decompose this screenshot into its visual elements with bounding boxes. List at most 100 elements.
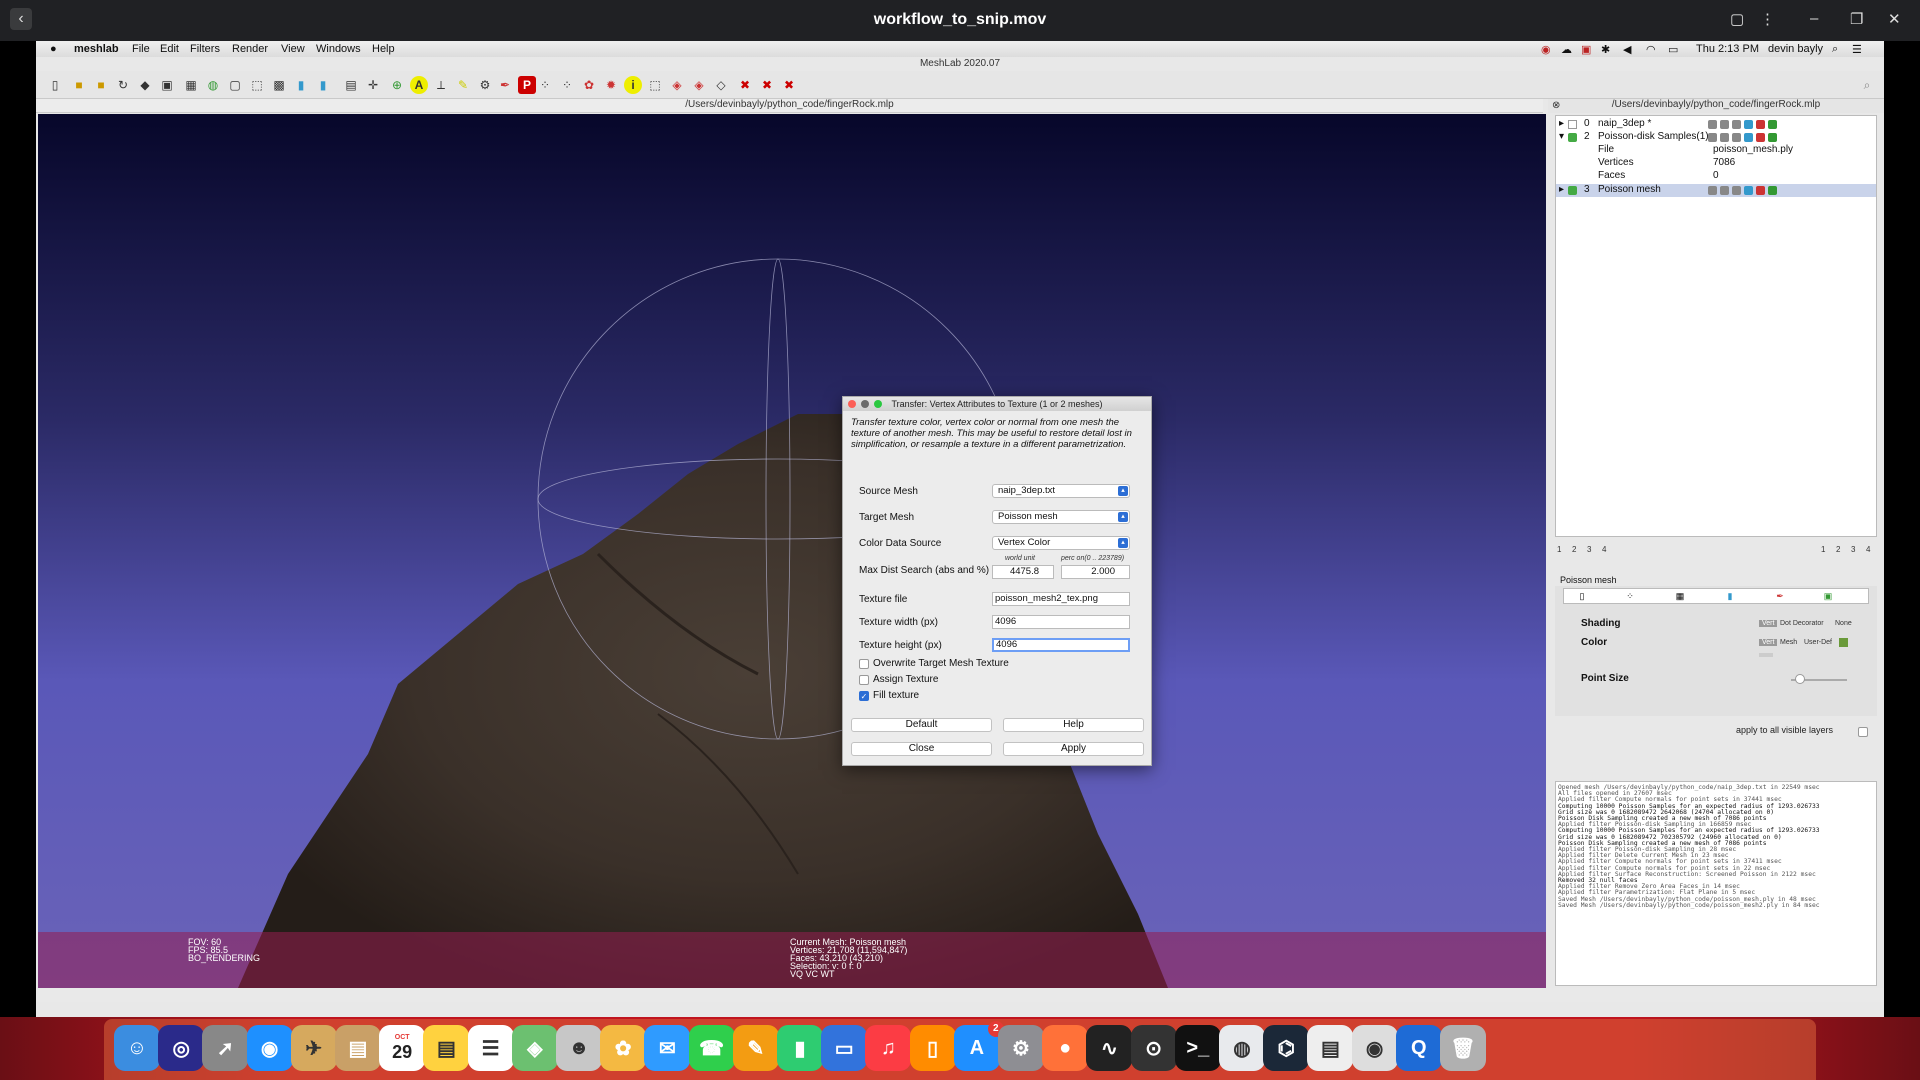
- color-source-select[interactable]: Vertex Color ▴: [992, 536, 1130, 550]
- visibility-icon[interactable]: [1568, 120, 1577, 129]
- import-mesh-icon[interactable]: ■: [92, 76, 110, 94]
- flat-lines-icon[interactable]: ▩: [270, 76, 288, 94]
- select-rect-icon[interactable]: ⬚: [646, 76, 664, 94]
- status-icon[interactable]: ▣: [1581, 43, 1591, 56]
- texture-tab-icon[interactable]: ✒: [1774, 591, 1786, 601]
- dialog-zoom-dot[interactable]: [874, 400, 882, 408]
- bluetooth-icon[interactable]: ✱: [1601, 43, 1610, 56]
- pager-left-3[interactable]: 3: [1587, 545, 1591, 554]
- menu-file[interactable]: File: [132, 43, 150, 55]
- menu-edit[interactable]: Edit: [160, 43, 179, 55]
- restore-icon[interactable]: ❐: [1850, 10, 1863, 28]
- reminders-icon[interactable]: ☰: [467, 1025, 514, 1071]
- layer-row[interactable]: ▾ 2 Poisson-disk Samples(1): [1556, 131, 1876, 144]
- delete-faces-icon[interactable]: ✖: [758, 76, 776, 94]
- layer-tool-icon[interactable]: [1768, 120, 1777, 129]
- clear-selection-icon[interactable]: ◇: [712, 76, 730, 94]
- fill-texture-checkbox[interactable]: ✓: [859, 691, 869, 701]
- expand-icon[interactable]: ▸: [1559, 184, 1564, 195]
- pager-right-3[interactable]: 3: [1851, 545, 1855, 554]
- menu-view[interactable]: View: [281, 43, 305, 55]
- layer-tool-icon[interactable]: [1708, 133, 1717, 142]
- decorator-tab-icon[interactable]: ▣: [1822, 591, 1834, 601]
- record-icon[interactable]: ◉: [1541, 43, 1551, 56]
- 3d-viewport[interactable]: FOV: 60 FPS: 85.5 BO_RENDERING Current M…: [38, 114, 1546, 988]
- help-button[interactable]: Help: [1003, 718, 1144, 732]
- measure-icon[interactable]: ⟂: [432, 76, 450, 94]
- layer-tool-icon[interactable]: [1756, 133, 1765, 142]
- select-connected-icon[interactable]: ◈: [668, 76, 686, 94]
- bbox-icon[interactable]: ▦: [182, 76, 200, 94]
- meshlab-icon[interactable]: ☻: [556, 1025, 602, 1071]
- color-vert[interactable]: Vert: [1759, 639, 1778, 646]
- layer-tool-icon[interactable]: [1732, 120, 1741, 129]
- point-size-handle[interactable]: [1795, 674, 1805, 684]
- firefox-icon[interactable]: ●: [1042, 1025, 1089, 1071]
- pager-left-1[interactable]: 1: [1557, 545, 1561, 554]
- overwrite-texture-checkbox[interactable]: [859, 659, 869, 669]
- layer-tool-icon[interactable]: [1732, 186, 1741, 195]
- apply-all-checkbox[interactable]: [1858, 727, 1868, 737]
- new-project-icon[interactable]: ▯: [46, 76, 64, 94]
- dialog-minimize-dot[interactable]: [861, 400, 869, 408]
- layer-tool-icon[interactable]: [1744, 186, 1753, 195]
- texture-width-input[interactable]: 4096: [992, 615, 1130, 629]
- menubar-user[interactable]: devin bayly: [1768, 43, 1823, 55]
- finder-icon[interactable]: ☺: [114, 1025, 160, 1071]
- axis-icon[interactable]: ✛: [364, 76, 382, 94]
- points-tab-icon[interactable]: ⁘: [1624, 591, 1636, 601]
- shading-none[interactable]: None: [1835, 620, 1852, 627]
- expand-icon[interactable]: ▸: [1559, 118, 1564, 129]
- calendar-icon[interactable]: OCT 29: [379, 1025, 426, 1071]
- pager-right-4[interactable]: 4: [1866, 545, 1870, 554]
- texture-height-input[interactable]: 4096: [992, 638, 1130, 652]
- solid-tab-icon[interactable]: ▮: [1724, 591, 1736, 601]
- facetime-icon[interactable]: ☎: [688, 1025, 735, 1071]
- notes-icon[interactable]: ▤: [423, 1025, 470, 1071]
- source-mesh-select[interactable]: naip_3dep.txt ▴: [992, 484, 1130, 498]
- layer-tool-icon[interactable]: [1720, 186, 1729, 195]
- search-icon[interactable]: ⌕: [1858, 76, 1876, 94]
- select-vertices-icon[interactable]: ⁘: [536, 76, 554, 94]
- shading-dot[interactable]: Dot Decorator: [1780, 620, 1824, 627]
- snapshot-icon[interactable]: ▣: [158, 76, 176, 94]
- pager-left-4[interactable]: 4: [1602, 545, 1606, 554]
- apply-button[interactable]: Apply: [1003, 742, 1144, 756]
- delete-face-vertices-icon[interactable]: ✖: [780, 76, 798, 94]
- photos-icon[interactable]: ✿: [600, 1025, 647, 1071]
- layer-tool-icon[interactable]: [1744, 120, 1753, 129]
- annotation-icon[interactable]: A: [410, 76, 428, 94]
- target-mesh-select[interactable]: Poisson mesh ▴: [992, 510, 1130, 524]
- menu-help[interactable]: Help: [372, 43, 395, 55]
- delete-vertices-icon[interactable]: ✖: [736, 76, 754, 94]
- menu-filters[interactable]: Filters: [190, 43, 220, 55]
- save-icon[interactable]: ◆: [136, 76, 154, 94]
- steam-icon[interactable]: ⌬: [1263, 1025, 1310, 1071]
- visibility-icon[interactable]: [1568, 133, 1577, 142]
- pen-icon[interactable]: ✒: [496, 76, 514, 94]
- music-icon[interactable]: ♫: [865, 1025, 912, 1071]
- pager-right-1[interactable]: 1: [1821, 545, 1825, 554]
- launchpad-icon[interactable]: ➚: [202, 1025, 249, 1071]
- layer-tool-icon[interactable]: [1720, 133, 1729, 142]
- menu-meshlab[interactable]: meshlab: [74, 43, 119, 55]
- spotlight-icon[interactable]: ⌕: [1832, 43, 1838, 56]
- select-faces-icon[interactable]: ⁘: [558, 76, 576, 94]
- layer-tool-icon[interactable]: [1720, 120, 1729, 129]
- pager-right-2[interactable]: 2: [1836, 545, 1840, 554]
- minimize-icon[interactable]: –: [1810, 10, 1818, 27]
- keynote-icon[interactable]: ▭: [821, 1025, 868, 1071]
- layers-icon[interactable]: ▤: [342, 76, 360, 94]
- maps-icon[interactable]: ◈: [511, 1025, 558, 1071]
- more-icon[interactable]: ⋮: [1760, 10, 1775, 28]
- points-icon[interactable]: ◍: [204, 76, 222, 94]
- paint-icon[interactable]: ✎: [454, 76, 472, 94]
- cast-icon[interactable]: ▢: [1730, 10, 1744, 28]
- layer-tool-icon[interactable]: [1708, 186, 1717, 195]
- dialog-close-dot[interactable]: [848, 400, 856, 408]
- chrome-icon[interactable]: ◍: [1219, 1025, 1265, 1071]
- max-dist-abs-input[interactable]: 4475.8: [992, 565, 1054, 579]
- smooth-icon[interactable]: ▮: [314, 76, 332, 94]
- close-button[interactable]: Close: [851, 742, 992, 756]
- layer-tool-icon[interactable]: [1708, 120, 1717, 129]
